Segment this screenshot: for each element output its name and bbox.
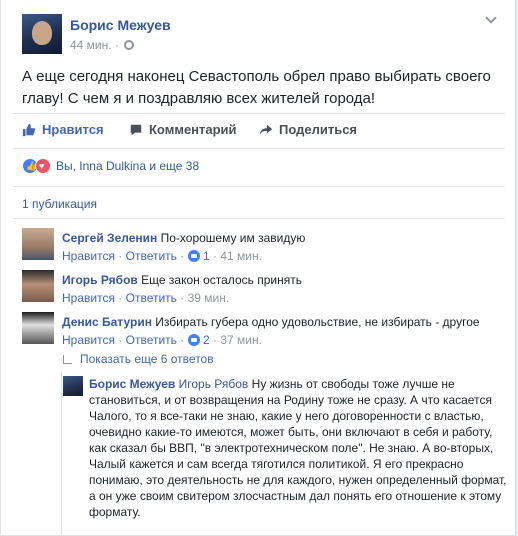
comment-time[interactable]: 37 мин. (220, 333, 262, 347)
comment-like-link[interactable]: Нравится (62, 249, 115, 263)
like-label: Нравится (42, 122, 104, 137)
comment-reply-link[interactable]: Ответить (126, 333, 177, 347)
reactions-text[interactable]: Вы, Inna Dulkina и еще 38 (56, 159, 199, 173)
divider (13, 186, 505, 187)
comment-actions: Нравится · Ответить · 39 мин. (62, 291, 229, 305)
show-more-replies-label: Показать еще 6 ответов (80, 352, 214, 366)
comment-reply-link[interactable]: Ответить (126, 291, 177, 305)
comment-button[interactable]: Комментарий (129, 122, 237, 137)
love-icon: ♥ (35, 158, 51, 174)
replier-avatar[interactable] (63, 376, 83, 396)
shares-count[interactable]: 1 публикация (22, 197, 97, 211)
comment-like-link[interactable]: Нравится (62, 333, 115, 347)
reply-text: Ну жизнь от свободы тоже лучше не станов… (89, 377, 507, 519)
commenter-avatar[interactable] (22, 228, 54, 260)
reply-body: Борис Межуев Игорь Рябов Ну жизнь от сво… (89, 376, 507, 520)
post-author[interactable]: Борис Межуев (70, 17, 171, 33)
comment-icon (130, 124, 142, 135)
comment-like-count[interactable]: 2 (203, 333, 210, 347)
reactions-summary[interactable]: 👍 ♥ Вы, Inna Dulkina и еще 38 (22, 158, 199, 174)
post-meta: 44 мин. · (70, 38, 135, 52)
commenter-avatar[interactable] (22, 312, 54, 344)
separator: · (213, 333, 217, 347)
like-icon (187, 334, 200, 346)
like-icon (187, 250, 200, 262)
comment-text: По-хорошему им завидую (160, 231, 306, 245)
comment-like-count[interactable]: 1 (203, 249, 210, 263)
globe-icon[interactable] (124, 40, 135, 50)
replier-name[interactable]: Борис Межуев (89, 377, 175, 391)
reply-thread-line (61, 372, 62, 535)
separator: · (180, 249, 185, 263)
divider (13, 218, 505, 219)
commenter-avatar[interactable] (22, 270, 54, 302)
chevron-down-icon[interactable] (485, 12, 497, 24)
divider (13, 113, 505, 114)
comment-time[interactable]: 41 мин. (220, 249, 262, 263)
comment-actions: Нравится · Ответить · 2 · 37 мин. (62, 333, 262, 347)
show-more-replies-link[interactable]: Показать еще 6 ответов (63, 352, 214, 366)
reply-mention[interactable]: Игорь Рябов (179, 377, 249, 391)
share-button[interactable]: Поделиться (259, 122, 357, 137)
separator: · (213, 249, 217, 263)
like-button[interactable]: Нравится (22, 122, 104, 137)
thumbs-up-icon (22, 123, 36, 136)
divider (13, 148, 505, 149)
commenter-name[interactable]: Сергей Зеленин (62, 231, 157, 245)
comment-like-link[interactable]: Нравится (62, 291, 115, 305)
separator: · (180, 333, 185, 347)
comment-actions: Нравится · Ответить · 1 · 41 мин. (62, 249, 262, 263)
commenter-name[interactable]: Игорь Рябов (62, 273, 138, 287)
comment-body: Сергей Зеленин По-хорошему им завидую (62, 230, 502, 246)
comment-text: Еще закон осталось принять (141, 273, 302, 287)
separator: · (180, 291, 185, 305)
author-avatar[interactable] (22, 14, 62, 54)
comment-text: Избирать губера одно удовольствие, не из… (155, 315, 480, 329)
comment-time[interactable]: 39 мин. (188, 291, 230, 305)
reply-arrow-icon (63, 354, 72, 364)
comment-label: Комментарий (149, 122, 237, 137)
separator: · (118, 291, 123, 305)
commenter-name[interactable]: Денис Батурин (62, 315, 152, 329)
meta-separator: · (114, 38, 119, 52)
post-card: Борис Межуев 44 мин. · А еще сегодня нак… (0, 0, 516, 536)
separator: · (118, 333, 123, 347)
separator: · (118, 249, 123, 263)
share-label: Поделиться (279, 122, 358, 137)
comment-reply-link[interactable]: Ответить (126, 249, 177, 263)
post-time[interactable]: 44 мин. (70, 38, 112, 52)
post-actions: Нравится Комментарий Поделиться (1, 122, 515, 144)
comment-body: Денис Батурин Избирать губера одно удово… (62, 314, 502, 330)
comment-body: Игорь Рябов Еще закон осталось принять (62, 272, 502, 288)
share-icon (259, 124, 273, 135)
post-text: А еще сегодня наконец Севастополь обрел … (22, 68, 491, 107)
